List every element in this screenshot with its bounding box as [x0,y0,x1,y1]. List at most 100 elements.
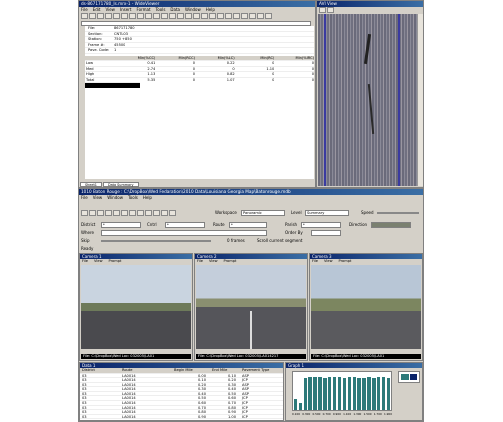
chart-bar [381,377,386,410]
toolbar-button-icon[interactable] [201,13,208,19]
toolbar-button-icon[interactable] [89,13,96,19]
data-cell: 03 [82,382,87,387]
camera-icon[interactable] [169,210,176,216]
district-label: District [81,222,96,227]
toolbar-button-icon[interactable] [121,13,128,19]
control-select[interactable]: * [165,222,205,228]
sheet-tab[interactable]: Sheet1 [80,182,102,187]
play-icon[interactable] [129,210,136,216]
menu-item-help[interactable]: Help [206,7,215,12]
toolbar-button-icon[interactable] [153,13,160,19]
last-icon[interactable] [153,210,160,216]
stop-icon[interactable] [105,210,112,216]
chart-bar [303,377,307,410]
save-icon[interactable] [89,210,96,216]
street-view-image [311,265,421,349]
speed-label: Speed [361,210,374,215]
info-label: Pave. Code: [88,48,110,52]
record-icon[interactable] [161,210,168,216]
toolbar-button-icon[interactable] [241,13,248,19]
toolbar-button-icon[interactable] [217,13,224,19]
data-cell: 03 [82,391,87,396]
camera-menu-view[interactable]: View [209,259,218,263]
data-col-header: Pavement Type [242,368,270,372]
level-select[interactable]: Summary [305,210,349,216]
camera-status: File: C:\DropBox\Wed Loc: 032005\LA01421… [196,354,306,359]
district-select[interactable]: * [101,222,141,228]
toolbar-button-icon[interactable] [105,13,112,19]
menu-item-tools[interactable]: Tools [156,7,166,12]
orderby-select[interactable] [311,230,341,236]
first-icon[interactable] [113,210,120,216]
camera-menu-file[interactable]: File [82,259,88,263]
toolbar-button-icon[interactable] [225,13,232,19]
table-row[interactable]: 03 LA0014 0.90 1.00 JCP [80,415,283,420]
sheet-col-header: Min(RC) [260,55,275,60]
toolbar-button-icon[interactable] [161,13,168,19]
menu-item-help[interactable]: Help [143,195,152,200]
toolbar-button-icon[interactable] [257,13,264,19]
menu-item-file[interactable]: File [81,7,88,12]
speed-slider[interactable] [377,212,419,214]
toolbar-button-icon[interactable] [265,13,272,19]
data-cell: JCP [242,414,248,419]
menu-item-format[interactable]: Format [136,7,150,12]
toolbar-button-icon[interactable] [177,13,184,19]
toolbar-button-icon[interactable] [113,13,120,19]
toolbar-button-icon[interactable] [97,13,104,19]
chart-bar [367,377,371,410]
sheet-tab[interactable]: Data Summary [102,182,139,187]
data-cell: ASP [242,387,249,391]
menu-item-insert[interactable]: Insert [120,7,131,12]
data-cell: 0.10 [197,378,206,382]
toolbar-button-icon[interactable] [81,13,88,19]
where-label: Where [81,230,94,235]
formula-input[interactable] [81,20,311,26]
data-table: District Route Begin Mile End Mile Pavement … [80,368,283,420]
menu-item-data[interactable]: Data [170,7,180,12]
route-select[interactable]: * [229,222,267,228]
print-icon[interactable] [97,210,104,216]
toolbar-button-icon[interactable] [249,13,256,19]
chart-bar [362,378,366,410]
toolbar-button-icon[interactable] [137,13,144,19]
zoom-in-icon[interactable] [319,7,326,13]
data-cell: 0.00 [197,373,206,378]
menu-item-view[interactable]: View [93,195,103,200]
data-cell: 03 [82,373,87,378]
camera-menu-file[interactable]: File [197,259,203,263]
pavement-image-scrollbar[interactable] [417,14,423,186]
next-icon[interactable] [145,210,152,216]
skip-slider[interactable] [101,240,211,242]
chart-bar [318,376,322,410]
camera-menu-file[interactable]: File [312,259,318,263]
menu-item-window[interactable]: Window [185,7,201,12]
toolbar-button-icon[interactable] [233,13,240,19]
menu-item-tools[interactable]: Tools [128,195,138,200]
pause-icon[interactable] [137,210,144,216]
toolbar-button-icon[interactable] [129,13,136,19]
menu-item-view[interactable]: View [105,7,115,12]
menu-item-file[interactable]: File [81,195,88,200]
toolbar-button-icon[interactable] [193,13,200,19]
camera-menu-view[interactable]: View [324,259,333,263]
menu-item-window[interactable]: Window [107,195,123,200]
camera-menu-prompt[interactable]: Prompt [224,259,237,263]
toolbar-button-icon[interactable] [169,13,176,19]
toolbar-button-icon[interactable] [145,13,152,19]
workspace-select[interactable]: Panoramic [241,210,285,216]
toolbar-button-icon[interactable] [209,13,216,19]
camera-menu-view[interactable]: View [94,259,103,263]
where-input[interactable] [101,230,267,236]
info-label: File: [88,26,96,30]
parish-select[interactable]: * [301,222,341,228]
menu-item-edit[interactable]: Edit [93,7,101,12]
direction-select[interactable] [371,222,411,228]
toolbar-button-icon[interactable] [185,13,192,19]
prev-icon[interactable] [121,210,128,216]
chart-bar [332,377,337,410]
open-icon[interactable] [81,210,88,216]
camera-menu-prompt[interactable]: Prompt [339,259,352,263]
camera-menu-prompt[interactable]: Prompt [109,259,122,263]
zoom-out-icon[interactable] [327,7,334,13]
